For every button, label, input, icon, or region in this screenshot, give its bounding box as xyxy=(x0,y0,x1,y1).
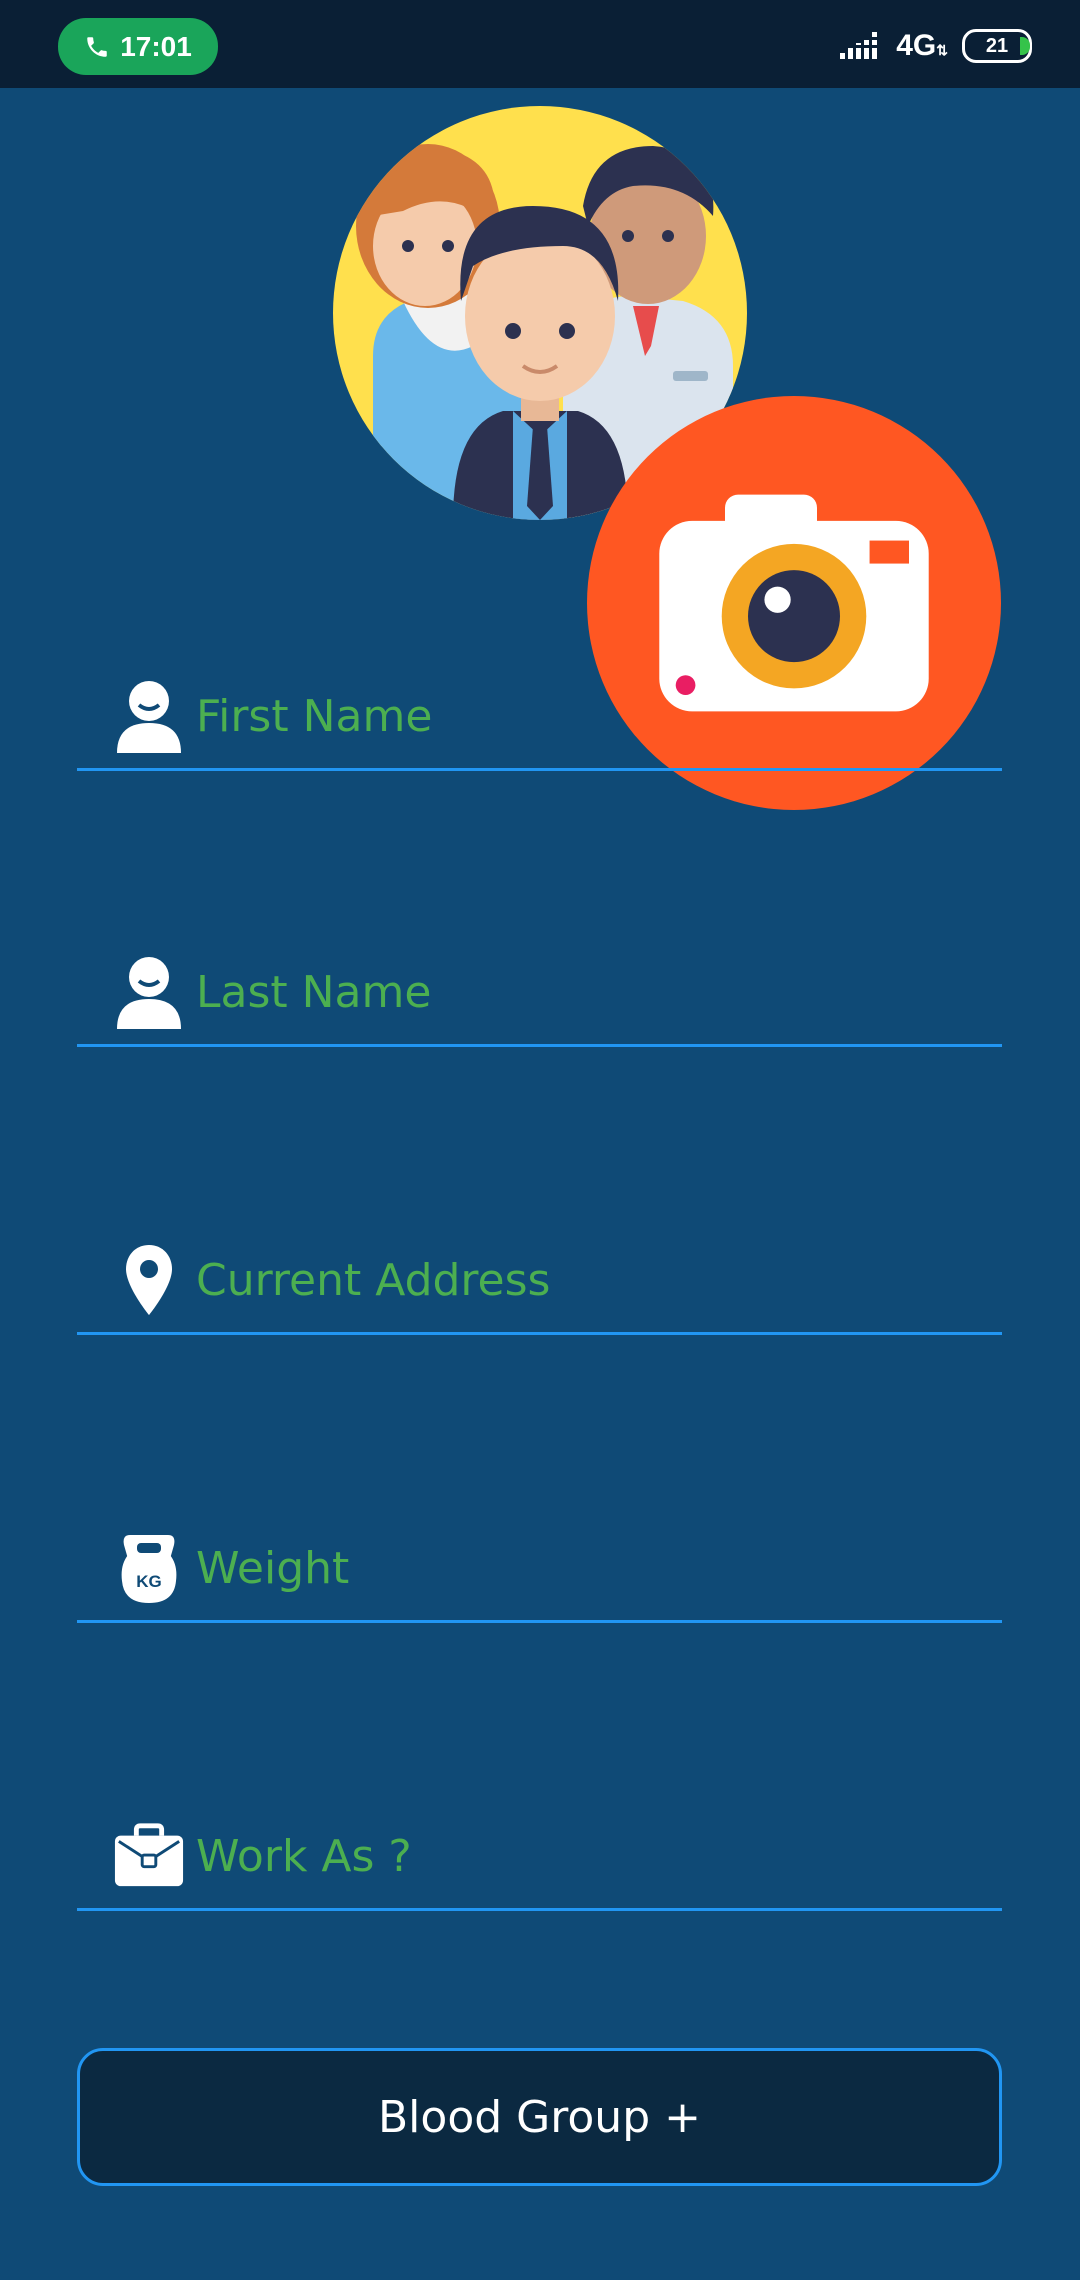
first-name-field[interactable] xyxy=(77,658,1002,771)
first-name-input[interactable] xyxy=(196,684,976,748)
last-name-field[interactable] xyxy=(77,934,1002,1047)
battery-level: 21 xyxy=(985,34,1009,57)
phone-icon xyxy=(87,36,107,57)
person-icon xyxy=(113,952,185,1032)
address-input[interactable] xyxy=(196,1248,976,1312)
briefcase-icon xyxy=(113,1816,185,1896)
weight-field[interactable]: KG xyxy=(77,1510,1002,1623)
location-pin-icon xyxy=(113,1240,185,1320)
signal-icon xyxy=(840,32,878,59)
status-indicators: 4G⇅ 21 xyxy=(840,26,1032,66)
svg-text:KG: KG xyxy=(136,1572,162,1591)
last-name-input[interactable] xyxy=(196,960,976,1024)
work-field[interactable] xyxy=(77,1798,1002,1911)
ongoing-call-pill[interactable]: 17:01 xyxy=(58,18,218,75)
blood-group-label: Blood Group + xyxy=(378,2091,701,2143)
status-bar: 17:01 4G⇅ 21 xyxy=(0,0,1080,88)
person-icon xyxy=(113,676,185,756)
profile-avatar[interactable] xyxy=(333,106,1001,810)
blood-group-button[interactable]: Blood Group + xyxy=(77,2048,1002,2186)
call-timer: 17:01 xyxy=(120,30,192,62)
kettlebell-icon: KG xyxy=(113,1528,185,1608)
work-input[interactable] xyxy=(196,1824,976,1888)
network-type: 4G⇅ xyxy=(896,29,948,62)
battery-icon: 21 xyxy=(962,29,1032,63)
address-field[interactable] xyxy=(77,1222,1002,1335)
weight-input[interactable] xyxy=(196,1536,976,1600)
